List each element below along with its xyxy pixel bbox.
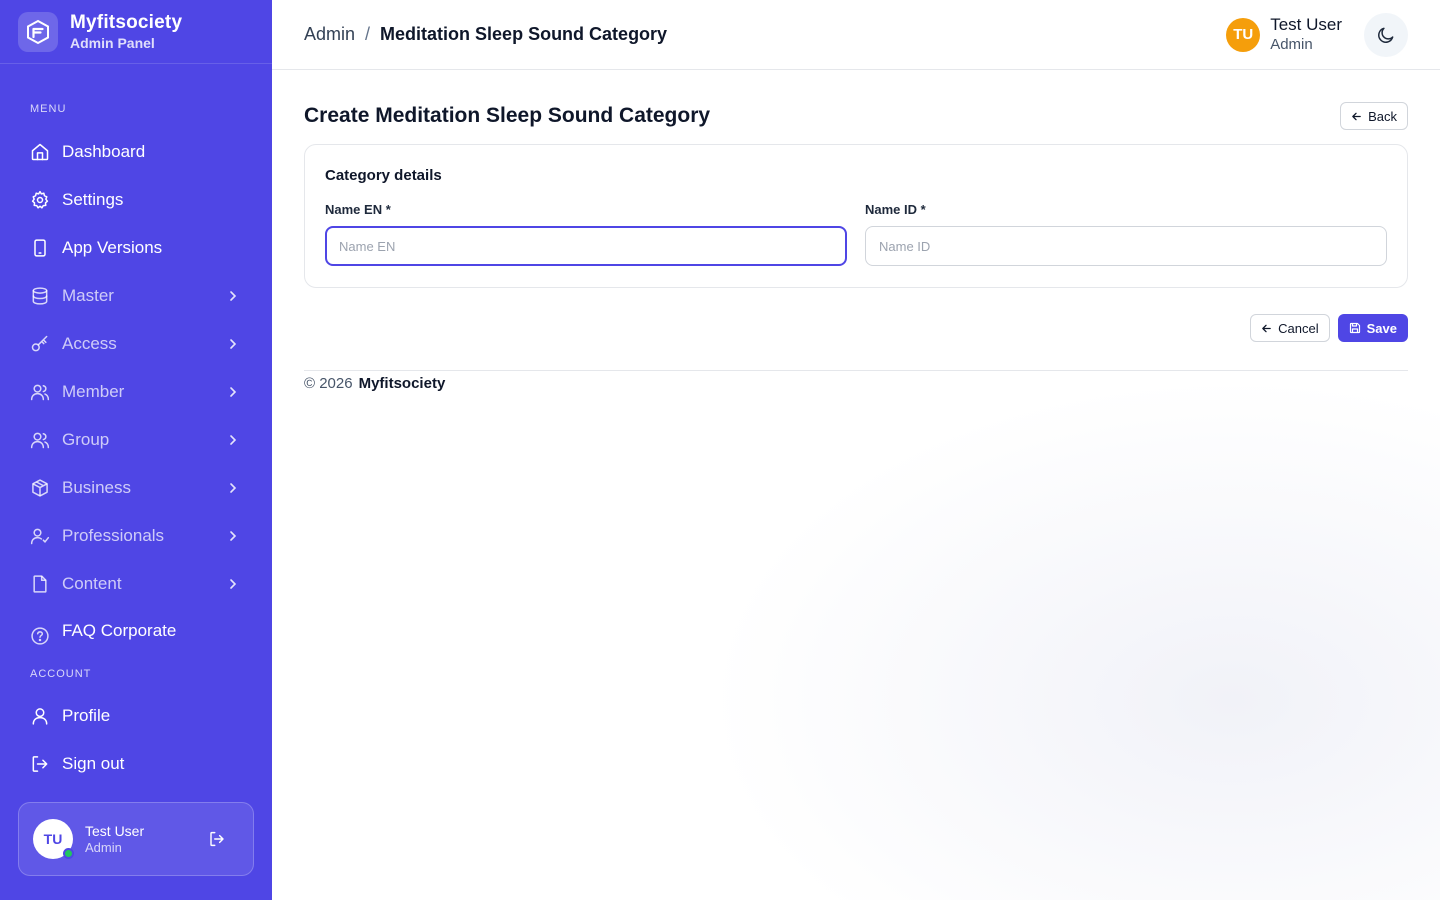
gear-icon — [30, 190, 50, 210]
chevron-right-icon — [226, 481, 240, 495]
moon-icon — [1376, 25, 1396, 45]
chevron-right-icon — [226, 337, 240, 351]
brand-subtitle: Admin Panel — [70, 34, 155, 51]
sidebar-item-label: App Versions — [62, 238, 163, 257]
sidebar-item-content[interactable]: Content — [18, 560, 254, 608]
sidebar-item-business[interactable]: Business — [18, 464, 254, 512]
sidebar-item-professionals[interactable]: Professionals — [18, 512, 254, 560]
database-icon — [30, 286, 50, 306]
sidebar-item-label: Dashboard — [62, 142, 146, 161]
sidebar-item-label: Settings — [62, 190, 124, 209]
sidebar-item-label: Sign out — [62, 754, 125, 773]
sidebar-item-sign-out[interactable]: Sign out — [18, 740, 254, 788]
account-menu: Profile Sign out — [18, 692, 254, 788]
sidebar-item-app-versions[interactable]: App Versions — [18, 224, 254, 272]
form-actions: Cancel Save — [304, 314, 1408, 342]
save-icon — [1349, 322, 1361, 334]
footer-copyright: © 2026 — [304, 374, 353, 392]
category-details-card: Category details Name EN * Name ID * — [304, 144, 1408, 288]
theme-toggle-button[interactable] — [1364, 12, 1408, 57]
sidebar-item-group[interactable]: Group — [18, 416, 254, 464]
home-icon — [30, 142, 50, 162]
avatar: TU — [1226, 17, 1261, 52]
sidebar-item-label: FAQ Corporate Wellness — [62, 621, 177, 646]
card-title: Category details — [325, 167, 442, 184]
user-role: Admin — [85, 839, 122, 855]
breadcrumb-separator: / — [365, 24, 371, 44]
sidebar-item-faq-corporate-wellness[interactable]: FAQ Corporate Wellness — [18, 608, 254, 646]
save-button-label: Save — [1366, 320, 1397, 336]
sidebar-item-member[interactable]: Member — [18, 368, 254, 416]
users-icon — [30, 430, 50, 450]
topbar: Admin / Meditation Sleep Sound Category … — [272, 0, 1440, 70]
sidebar: Myfitsociety Admin Panel MENU Dashboard … — [0, 0, 272, 900]
name-id-label: Name ID * — [865, 202, 926, 217]
menu-section-label: MENU — [30, 103, 67, 115]
sidebar-item-label: Professionals — [62, 526, 165, 545]
chevron-right-icon — [226, 289, 240, 303]
name-id-input[interactable] — [865, 226, 1387, 266]
logout-icon — [30, 754, 50, 774]
chevron-right-icon — [226, 529, 240, 543]
user-icon — [30, 706, 50, 726]
user-check-icon — [30, 526, 50, 546]
sidebar-item-master[interactable]: Master — [18, 272, 254, 320]
footer-brand: Myfitsociety — [358, 374, 446, 392]
save-button[interactable]: Save — [1337, 314, 1408, 342]
logout-icon — [208, 830, 226, 848]
sidebar-item-access[interactable]: Access — [18, 320, 254, 368]
arrow-left-icon — [1261, 323, 1272, 334]
user-role: Admin — [1270, 35, 1313, 53]
key-icon — [30, 334, 50, 354]
breadcrumb-root-link[interactable]: Admin — [304, 24, 355, 45]
cancel-button[interactable]: Cancel — [1250, 314, 1330, 342]
sidebar-item-label: Access — [62, 334, 117, 353]
sidebar-item-label: Content — [62, 574, 122, 593]
avatar: TU — [33, 819, 74, 859]
chevron-right-icon — [226, 385, 240, 399]
sidebar-item-label: Business — [62, 478, 131, 497]
topbar-user-menu[interactable]: TU Test User Admin — [1226, 15, 1342, 55]
page-title: Create Meditation Sleep Sound Category — [304, 104, 711, 127]
sidebar-item-dashboard[interactable]: Dashboard — [18, 128, 254, 176]
back-button[interactable]: Back — [1340, 102, 1408, 130]
page-content: Create Meditation Sleep Sound Category B… — [272, 102, 1440, 392]
sidebar-item-label: Profile — [62, 706, 111, 725]
online-status-dot — [63, 848, 74, 859]
breadcrumb: Admin / Meditation Sleep Sound Category — [304, 24, 1226, 45]
user-name: Test User — [85, 822, 145, 839]
brand[interactable]: Myfitsociety Admin Panel — [0, 0, 272, 64]
sidebar-item-label: Master — [62, 286, 114, 305]
brand-name: Myfitsociety — [70, 11, 183, 33]
sidebar-menu[interactable]: Dashboard Settings App Versions Master A… — [18, 128, 254, 646]
account-section-label: ACCOUNT — [30, 668, 92, 680]
breadcrumb-current: Meditation Sleep Sound Category — [380, 24, 668, 44]
chevron-right-icon — [226, 577, 240, 591]
package-icon — [30, 478, 50, 498]
sidebar-user-card: TU Test User Admin — [18, 802, 254, 876]
sidebar-item-label: Member — [62, 382, 125, 401]
name-en-label: Name EN * — [325, 202, 391, 217]
name-en-field: Name EN * — [325, 202, 847, 266]
smartphone-icon — [30, 238, 50, 258]
avatar-initials: TU — [43, 831, 63, 847]
user-name: Test User — [1270, 14, 1342, 34]
sidebar-item-settings[interactable]: Settings — [18, 176, 254, 224]
users-icon — [30, 382, 50, 402]
back-button-label: Back — [1368, 108, 1397, 124]
name-en-input[interactable] — [325, 226, 847, 266]
cancel-button-label: Cancel — [1278, 320, 1319, 336]
help-circle-icon — [30, 626, 50, 646]
chevron-right-icon — [226, 433, 240, 447]
brand-logo-icon — [18, 11, 58, 52]
arrow-left-icon — [1351, 111, 1362, 122]
name-id-field: Name ID * — [865, 202, 1387, 266]
sidebar-item-label: Group — [62, 430, 110, 449]
main-content: Admin / Meditation Sleep Sound Category … — [272, 0, 1440, 900]
footer: © 2026 Myfitsociety — [304, 370, 1408, 392]
logout-button[interactable] — [199, 821, 235, 857]
file-icon — [30, 574, 50, 594]
sidebar-item-profile[interactable]: Profile — [18, 692, 254, 740]
